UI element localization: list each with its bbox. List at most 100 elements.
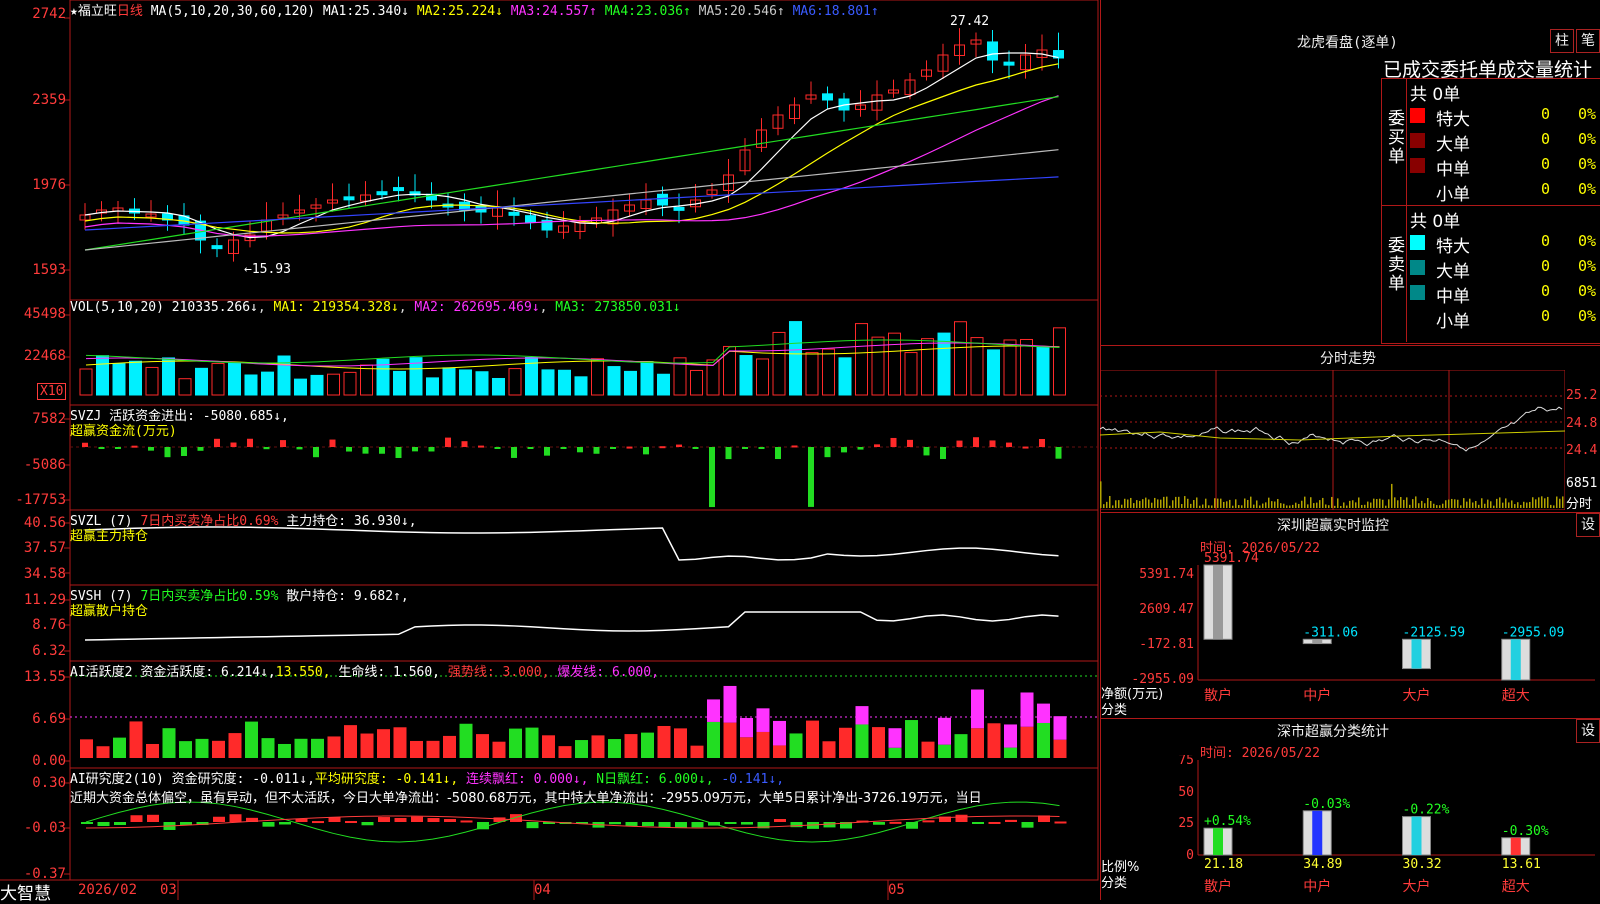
stock-name[interactable]: 福立旺 bbox=[78, 4, 117, 19]
intraday-vol-bar bbox=[1205, 498, 1207, 508]
research-bar bbox=[889, 821, 902, 824]
intraday-vol-bar bbox=[1166, 496, 1168, 508]
intraday-p2: 24.8 bbox=[1566, 416, 1598, 431]
volume-bar bbox=[508, 368, 522, 396]
volume-bar bbox=[244, 374, 258, 396]
intraday-vol-bar bbox=[1175, 496, 1177, 508]
classify-chart[interactable]: +0.54% 散户 21.18 -0.03% 中户 34.89 -0.22% 大户 30.32 -… bbox=[1100, 755, 1600, 900]
flow-bar bbox=[280, 440, 286, 447]
flow-bar bbox=[197, 447, 204, 451]
axis-tick-label: 22468 bbox=[23, 348, 66, 364]
activity-bar bbox=[410, 740, 423, 758]
ai1-header: AI活跃度2 资金活跃度: 6.214↓,13.550, 生命线: 1.560,… bbox=[70, 665, 659, 680]
flow-bar bbox=[164, 447, 171, 458]
intraday-chart[interactable] bbox=[1100, 370, 1565, 510]
intraday-vol-bar bbox=[1490, 501, 1492, 508]
flow-bar bbox=[214, 438, 220, 447]
intraday-vol-bar bbox=[1109, 496, 1111, 508]
star-icon[interactable]: ★ bbox=[70, 4, 78, 19]
intraday-vol-bar bbox=[1331, 496, 1333, 508]
tick-mode-button[interactable]: 笔 bbox=[1576, 29, 1600, 53]
activity-bar bbox=[542, 735, 555, 758]
activity-burst-bar bbox=[756, 708, 770, 732]
classify-settings-button[interactable]: 设 bbox=[1576, 719, 1600, 743]
period-label[interactable]: 日线 bbox=[117, 4, 143, 19]
intraday-vol-bar bbox=[1196, 497, 1198, 508]
flow-bar bbox=[676, 444, 682, 447]
intraday-vol-bar bbox=[1193, 500, 1195, 508]
monitor-title: 深圳超赢实时监控 bbox=[1277, 518, 1389, 534]
buy-row-pct: 0% bbox=[1578, 105, 1597, 123]
candle-body bbox=[1003, 61, 1015, 66]
intraday-p1: 25.2 bbox=[1566, 388, 1598, 403]
flow-bar bbox=[263, 447, 270, 450]
flow-bar bbox=[841, 447, 847, 453]
footer-m3: 03 bbox=[160, 882, 177, 898]
intraday-vol-bar bbox=[1520, 504, 1522, 508]
research-bar bbox=[609, 822, 621, 825]
sell-side-label: 委卖单 bbox=[1388, 236, 1405, 294]
volume-bar bbox=[558, 369, 571, 396]
research-bar bbox=[361, 822, 374, 826]
activity-bar bbox=[228, 733, 242, 758]
intraday-vol-bar bbox=[1349, 500, 1351, 508]
ma-line bbox=[84, 52, 1059, 239]
chart-axis-label: -172.81 bbox=[1139, 637, 1194, 652]
flow-bar bbox=[808, 447, 814, 507]
intraday-vol-bar bbox=[1382, 499, 1384, 508]
activity-burst-bar bbox=[707, 699, 720, 722]
bar-mode-button[interactable]: 柱 bbox=[1550, 29, 1574, 53]
activity-bar bbox=[1053, 739, 1067, 758]
flow-bar bbox=[890, 437, 897, 447]
activity-bar bbox=[839, 727, 852, 758]
buy-row-pct: 0% bbox=[1578, 130, 1597, 148]
chart-axis-label: 25 bbox=[1178, 816, 1194, 831]
intraday-vol-bar bbox=[1340, 505, 1342, 508]
flow-bar bbox=[527, 447, 534, 449]
intraday-vol-bar bbox=[1472, 502, 1474, 508]
color-swatch bbox=[1410, 108, 1425, 123]
research-bar bbox=[922, 820, 935, 823]
intraday-vol-bar bbox=[1373, 498, 1375, 508]
candle-body bbox=[987, 41, 998, 61]
bar-highlight bbox=[1411, 639, 1422, 669]
activity-bar bbox=[624, 734, 638, 758]
bar-highlight bbox=[1510, 639, 1521, 680]
activity-bar bbox=[971, 728, 984, 758]
flow-bar bbox=[98, 447, 105, 449]
intraday-vol-bar bbox=[1553, 505, 1555, 508]
research-bar bbox=[147, 814, 159, 822]
research-bar bbox=[213, 816, 225, 822]
vol-header: VOL(5,10,20) 210335.266↓, MA1: 219354.32… bbox=[70, 300, 681, 315]
flow-bar bbox=[461, 441, 468, 447]
flow-bar bbox=[313, 447, 319, 458]
activity-bar bbox=[327, 736, 341, 758]
main-chart-canvas[interactable] bbox=[0, 0, 1100, 900]
research-bar bbox=[114, 822, 126, 826]
intraday-vol-bar bbox=[1544, 498, 1546, 508]
volume-bar bbox=[343, 371, 357, 396]
candle-body bbox=[508, 211, 520, 216]
monitor-settings-button[interactable]: 设 bbox=[1576, 513, 1600, 537]
intraday-vol-bar bbox=[1559, 498, 1561, 508]
bar-data-label: 30.32 bbox=[1403, 857, 1442, 872]
footer-m4: 04 bbox=[534, 882, 551, 898]
activity-bar bbox=[459, 723, 473, 758]
monitor-chart[interactable]: 5391.74 散户 -311.06 中户 -2125.59 大户 -2955.09 超大 53… bbox=[1100, 550, 1600, 720]
flow-bar bbox=[610, 447, 616, 449]
intraday-vol-bar bbox=[1154, 497, 1156, 508]
intraday-vol-bar bbox=[1379, 498, 1381, 508]
bar-group bbox=[1501, 638, 1531, 681]
activity-bar bbox=[311, 738, 324, 758]
candle-body bbox=[376, 191, 388, 196]
volume-bar bbox=[723, 345, 736, 396]
intraday-vol-bar bbox=[1343, 502, 1345, 508]
flow-bar bbox=[296, 447, 303, 450]
category-label: 散户 bbox=[1204, 878, 1232, 895]
activity-bar bbox=[80, 739, 93, 758]
panel-frame bbox=[69, 0, 1099, 301]
intraday-vol-bar bbox=[1244, 498, 1246, 508]
intraday-vol-bar bbox=[1310, 497, 1312, 508]
flow-bar bbox=[725, 447, 732, 460]
activity-bar bbox=[443, 735, 456, 758]
